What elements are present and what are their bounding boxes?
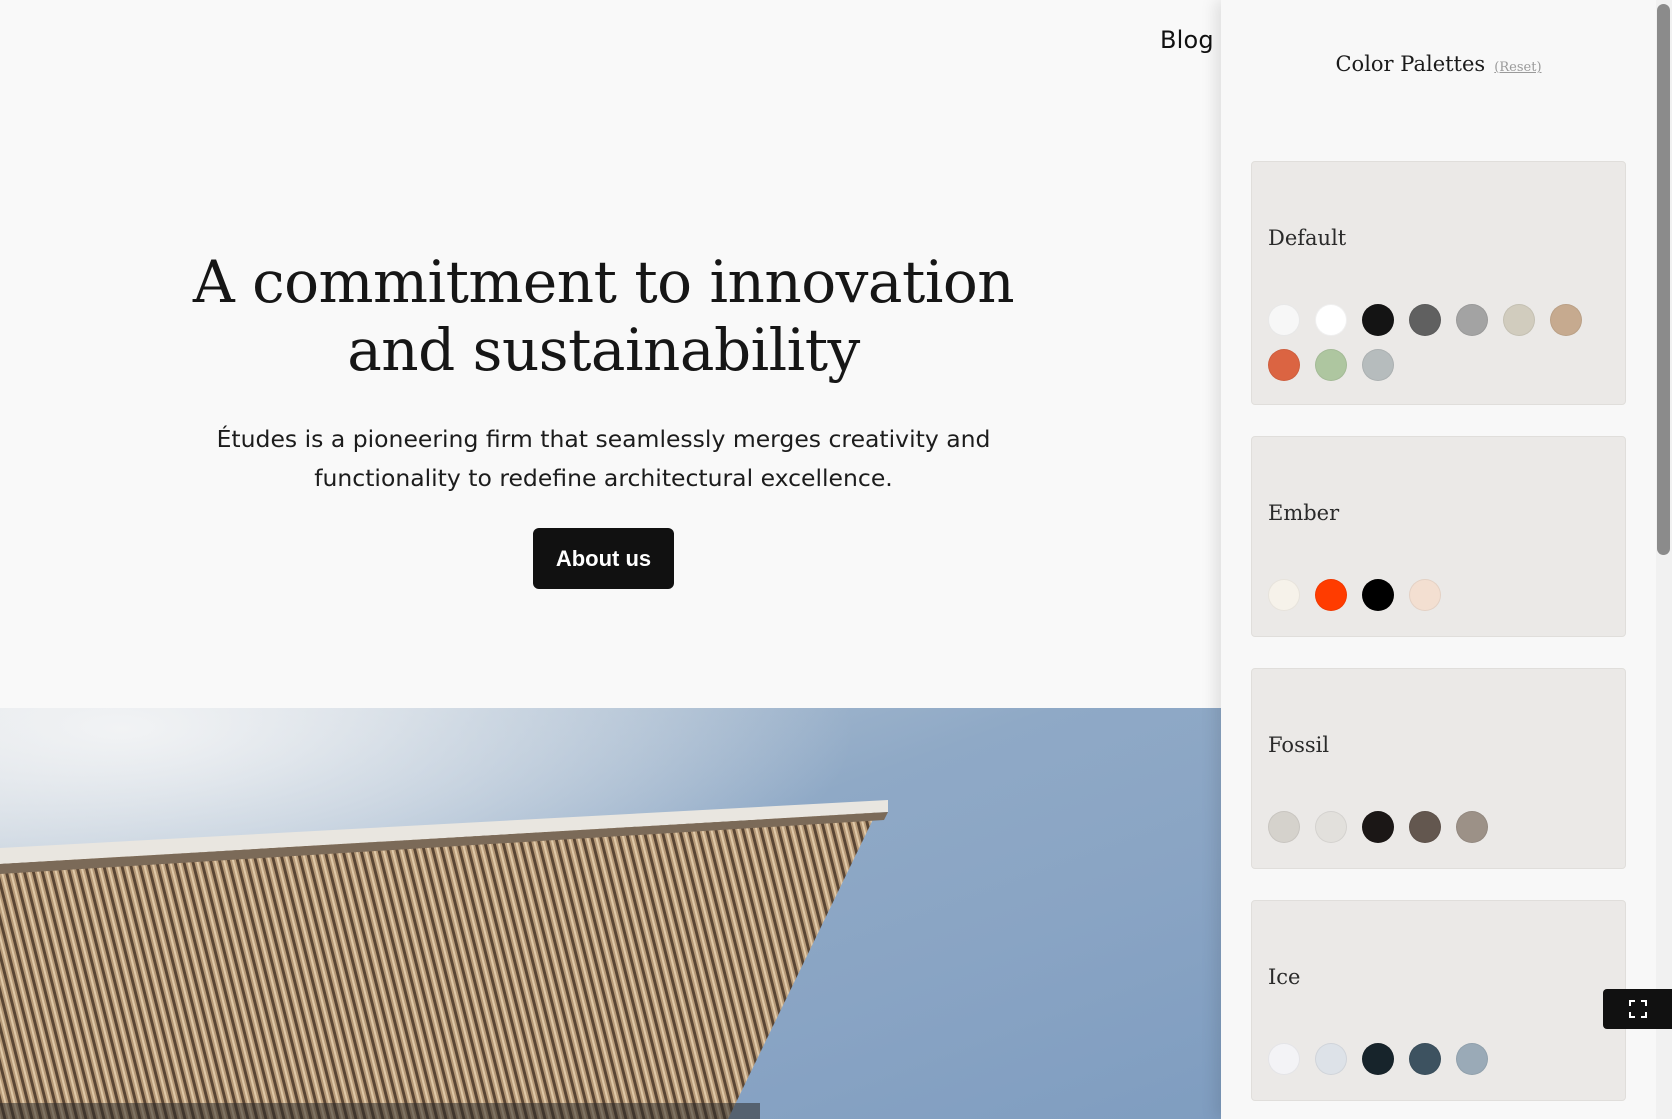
color-swatch: [1503, 304, 1535, 336]
color-swatch: [1268, 349, 1300, 381]
color-swatch: [1456, 304, 1488, 336]
about-us-button[interactable]: About us: [533, 528, 674, 589]
palette-name: Ember: [1268, 501, 1340, 525]
color-swatch: [1315, 811, 1347, 843]
palette-card-ice[interactable]: Ice: [1251, 900, 1626, 1101]
hero-description-line-2: functionality to redefine architectural …: [314, 464, 893, 492]
color-swatch: [1409, 304, 1441, 336]
color-swatch: [1315, 304, 1347, 336]
nav-blog-link[interactable]: Blog: [1160, 26, 1214, 54]
color-swatch: [1362, 304, 1394, 336]
hero-description-line-1: Études is a pioneering firm that seamles…: [216, 425, 991, 453]
palette-swatches: [1268, 579, 1598, 611]
palette-name: Ice: [1268, 965, 1301, 989]
color-swatch: [1456, 811, 1488, 843]
color-swatch: [1268, 811, 1300, 843]
color-swatch: [1362, 579, 1394, 611]
hero-section: A commitment to innovation and sustainab…: [0, 248, 1207, 498]
palette-swatches: [1268, 304, 1598, 381]
panel-header: Color Palettes (Reset): [1221, 52, 1656, 76]
palette-swatches: [1268, 1043, 1598, 1075]
hero-photo: [0, 708, 1221, 1119]
hero-description: Études is a pioneering firm that seamles…: [194, 420, 1014, 498]
color-swatch: [1409, 811, 1441, 843]
color-swatch: [1550, 304, 1582, 336]
palette-swatches: [1268, 811, 1598, 843]
color-swatch: [1315, 1043, 1347, 1075]
color-swatch: [1362, 349, 1394, 381]
hero-title-line-2: and sustainability: [347, 316, 860, 384]
color-swatch: [1409, 1043, 1441, 1075]
color-swatch: [1409, 579, 1441, 611]
hero-title: A commitment to innovation and sustainab…: [0, 248, 1207, 384]
palette-name: Default: [1268, 226, 1347, 250]
reset-link[interactable]: (Reset): [1494, 60, 1541, 75]
palette-card-default[interactable]: Default: [1251, 161, 1626, 405]
color-swatch: [1315, 579, 1347, 611]
color-swatch: [1268, 304, 1300, 336]
color-swatch: [1268, 1043, 1300, 1075]
fullscreen-icon: [1628, 1000, 1647, 1018]
color-swatch: [1268, 579, 1300, 611]
main-page: Blog A commitment to innovation and sust…: [0, 0, 1221, 1119]
fullscreen-button[interactable]: [1603, 989, 1672, 1029]
panel-scrollbar-thumb[interactable]: [1657, 4, 1670, 555]
building-canopy-image: [0, 708, 1221, 1119]
palette-card-ember[interactable]: Ember: [1251, 436, 1626, 637]
hero-title-line-1: A commitment to innovation: [192, 248, 1015, 316]
panel-title: Color Palettes: [1335, 52, 1486, 76]
palette-name: Fossil: [1268, 733, 1330, 757]
color-swatch: [1362, 1043, 1394, 1075]
color-swatch: [1315, 349, 1347, 381]
palette-card-fossil[interactable]: Fossil: [1251, 668, 1626, 869]
color-palettes-panel: Color Palettes (Reset) Default Ember Fos…: [1221, 0, 1656, 1119]
color-swatch: [1362, 811, 1394, 843]
color-swatch: [1456, 1043, 1488, 1075]
